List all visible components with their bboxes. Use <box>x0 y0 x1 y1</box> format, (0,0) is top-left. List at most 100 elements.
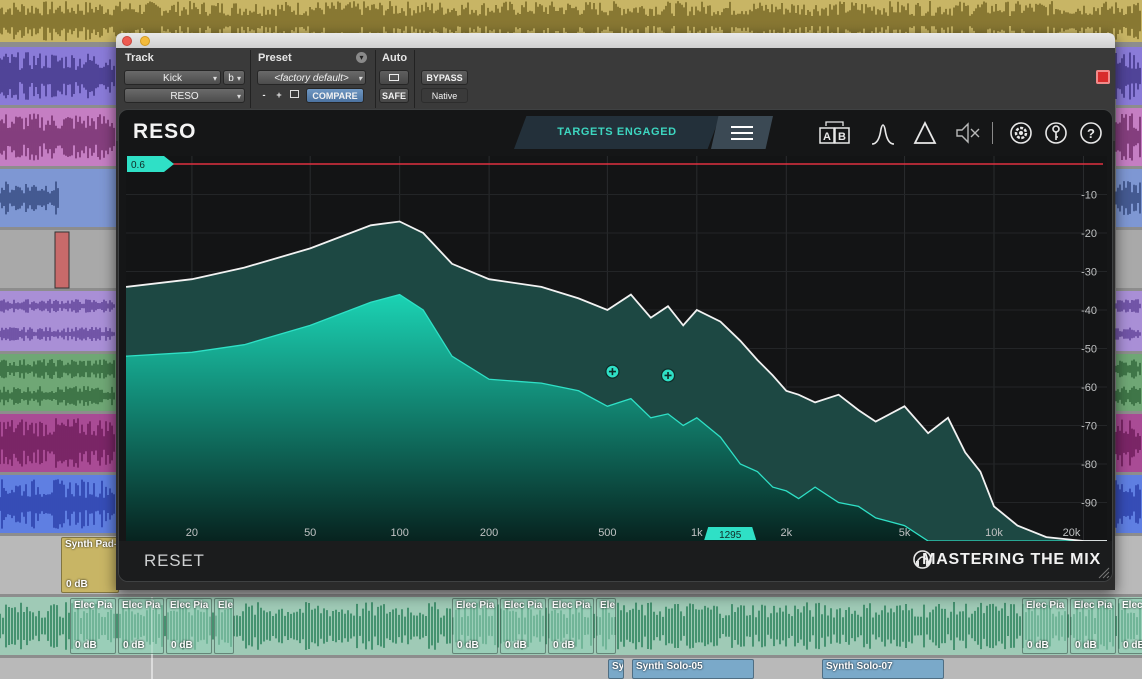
minimize-window-button[interactable] <box>140 36 150 46</box>
clip-name: Sy <box>612 661 624 672</box>
clip-name: Elec Pia <box>1026 600 1065 611</box>
track-label: Track <box>125 52 154 64</box>
native-button[interactable]: Native <box>421 88 468 103</box>
chevron-down-icon: ▾ <box>212 74 217 83</box>
y-tick-label: -80 <box>1081 459 1097 471</box>
target-marker[interactable] <box>605 364 620 379</box>
y-tick-label: -50 <box>1081 344 1097 356</box>
preset-selector[interactable]: <factory default> ▾ <box>257 70 366 85</box>
header-divider <box>414 50 415 108</box>
clip-name: Elec Pia <box>1122 600 1142 611</box>
daw-clip-elec-piano[interactable]: Elec Pia 0 dB <box>1022 598 1068 654</box>
hamburger-icon <box>731 126 753 128</box>
track-name: Kick <box>163 73 182 84</box>
preset-value: <factory default> <box>274 73 349 84</box>
track-side: b <box>228 73 234 84</box>
y-tick-label: -20 <box>1081 228 1097 240</box>
targets-engaged-toggle[interactable]: TARGETS ENGAGED <box>514 116 720 149</box>
y-tick-label: -40 <box>1081 305 1097 317</box>
filter-shape-icon[interactable] <box>870 119 896 147</box>
reset-button[interactable]: RESET <box>144 551 205 571</box>
window-titlebar[interactable] <box>116 33 1115 48</box>
preset-minus-button[interactable]: - <box>257 88 271 103</box>
clip-name: Elec Pia <box>1074 600 1113 611</box>
triangle-icon[interactable] <box>912 119 938 147</box>
safe-button[interactable]: SAFE <box>379 88 409 103</box>
spectrum-chart[interactable]: 0.6 -10 -20 -30 -40 -50 -60 -70 -80 -90 20 50 100 200… <box>126 156 1107 541</box>
clip-name: Elec Pia <box>552 600 591 611</box>
clip-gain: 0 dB <box>171 640 193 651</box>
clip-name: Ele <box>600 600 616 611</box>
x-tick-label: 100 <box>390 527 408 539</box>
help-icon[interactable]: ? <box>1078 119 1104 147</box>
daw-clip-elec-piano[interactable]: Elec Pia 0 dB <box>452 598 498 654</box>
clip-name: Elec Pia <box>170 600 209 611</box>
brand-name: MASTERING THE MIX <box>922 551 1101 568</box>
clip-gain: 0 dB <box>1123 640 1142 651</box>
automation-button[interactable] <box>379 70 409 85</box>
daw-clip-elec-piano[interactable]: Elec Pia 0 dB <box>1118 598 1142 654</box>
waveform <box>1115 181 1141 215</box>
clip-name: Elec Pia <box>504 600 543 611</box>
target-marker[interactable] <box>660 368 676 383</box>
daw-clip-elec-piano[interactable]: Elec Pia 0 dB <box>548 598 594 654</box>
key-icon[interactable] <box>1043 119 1069 147</box>
plugin-logo: RESO <box>133 120 197 143</box>
insert-name: RESO <box>170 91 199 102</box>
hamburger-line <box>731 138 753 140</box>
daw-clip-elec-piano[interactable]: Elec Pia 0 dB <box>70 598 116 654</box>
track-side-selector[interactable]: b ▾ <box>223 70 245 85</box>
daw-clip-synth-solo[interactable]: Synth Solo-07 <box>822 659 944 679</box>
toolbar-divider <box>992 122 993 144</box>
daw-clip-synth-solo[interactable]: Synth Solo-05 <box>632 659 754 679</box>
reso-plugin-panel: RESO TARGETS ENGAGED A B ? 0.6 -10 -20 -… <box>118 109 1113 582</box>
svg-text:?: ? <box>1087 126 1095 141</box>
daw-clip[interactable]: Synth Pad- 0 dB <box>61 537 119 593</box>
close-window-button[interactable] <box>122 36 132 46</box>
daw-clip-elec-piano[interactable]: Ele <box>596 598 616 654</box>
preset-plus-button[interactable]: + <box>272 88 286 103</box>
clip-name: Synth Solo-05 <box>636 661 703 672</box>
auto-label: Auto <box>382 52 408 64</box>
menu-button[interactable] <box>711 116 773 149</box>
mute-speaker-icon[interactable] <box>953 119 983 147</box>
clip-gain: 0 dB <box>457 640 479 651</box>
daw-clip-elec-piano[interactable]: Elec Pia 0 dB <box>166 598 212 654</box>
preset-menu-icon[interactable]: ▾ <box>356 52 367 63</box>
daw-clip-elec-piano[interactable]: Elec Pia 0 dB <box>1070 598 1116 654</box>
clip-name: Elec Pia <box>122 600 161 611</box>
clip-gain: 0 dB <box>66 579 88 590</box>
x-tick-label: 20k <box>1063 527 1081 539</box>
clip-name: Ele <box>218 600 234 611</box>
copy-settings-icon[interactable] <box>290 90 299 98</box>
preset-label: Preset <box>258 52 292 64</box>
record-icon[interactable] <box>1096 70 1110 84</box>
daw-clip-elec-piano[interactable]: Elec Pia 0 dB <box>500 598 546 654</box>
bypass-button[interactable]: BYPASS <box>421 70 468 85</box>
daw-clip-synth-solo[interactable]: Sy <box>608 659 624 679</box>
clip-gain: 0 dB <box>1075 640 1097 651</box>
resize-handle-icon[interactable] <box>1098 567 1110 579</box>
x-tick-label: 200 <box>480 527 498 539</box>
chevron-down-icon: ▾ <box>236 92 241 101</box>
frequency-handle-value: 1295 <box>719 530 742 541</box>
svg-text:B: B <box>838 131 846 143</box>
x-tick-label: 10k <box>985 527 1003 539</box>
track-selector[interactable]: Kick ▾ <box>124 70 221 85</box>
settings-gear-icon[interactable] <box>1008 119 1034 147</box>
clip-name: Synth Pad- <box>65 539 118 550</box>
y-tick-label: -70 <box>1081 421 1097 433</box>
ab-compare-icon[interactable]: A B <box>818 119 852 147</box>
daw-clip-elec-piano[interactable]: Elec Pia 0 dB <box>118 598 164 654</box>
spectrum-graph[interactable]: 0.6 -10 -20 -30 -40 -50 -60 -70 -80 -90 20 50 100 200… <box>126 156 1107 541</box>
daw-clip-elec-piano[interactable]: Ele <box>214 598 234 654</box>
threshold-value: 0.6 <box>131 160 145 171</box>
clip-gain: 0 dB <box>505 640 527 651</box>
clip-name: Elec Pia <box>74 600 113 611</box>
compare-button[interactable]: COMPARE <box>306 88 364 103</box>
clip-gain: 0 dB <box>1027 640 1049 651</box>
insert-selector[interactable]: RESO ▾ <box>124 88 245 103</box>
clip-gain: 0 dB <box>75 640 97 651</box>
chevron-down-icon: ▾ <box>236 74 241 83</box>
x-tick-label: 20 <box>186 527 198 539</box>
